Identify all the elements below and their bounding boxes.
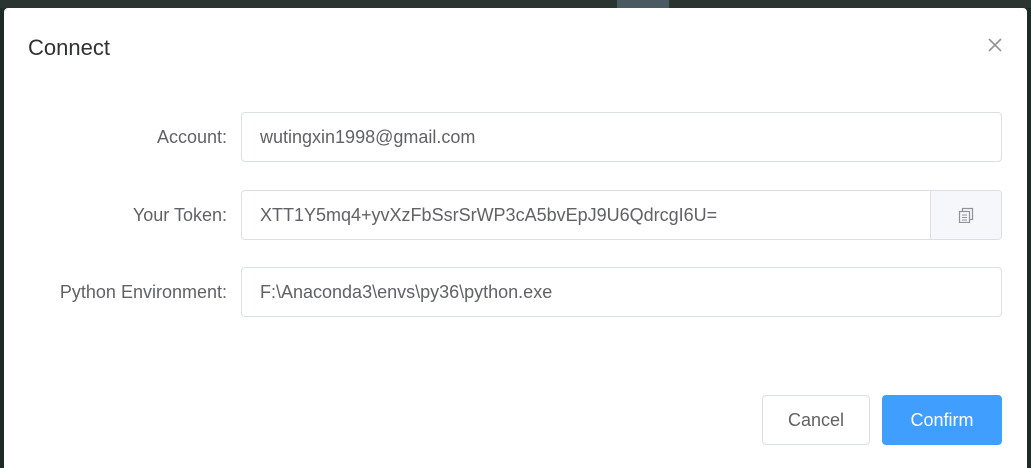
background-app-strip bbox=[0, 0, 1031, 8]
token-label: Your Token: bbox=[132, 205, 227, 225]
connect-dialog: Connect Account: wutingxin1998@gmail.com… bbox=[4, 8, 1027, 468]
python-env-input[interactable]: F:\Anaconda3\envs\py36\python.exe bbox=[242, 268, 1001, 316]
account-input[interactable]: wutingxin1998@gmail.com bbox=[242, 113, 1001, 161]
dialog-title: Connect bbox=[28, 35, 110, 60]
token-form-row: Your Token: XTT1Y5mq4+yvXzFbSsrSrWP3cA5b… bbox=[4, 190, 1027, 240]
token-input[interactable]: XTT1Y5mq4+yvXzFbSsrSrWP3cA5bvEpJ9U6Qdrcg… bbox=[242, 191, 930, 239]
copy-token-button[interactable] bbox=[930, 191, 1001, 239]
account-form-row: Account: wutingxin1998@gmail.com bbox=[4, 112, 1027, 162]
copy-icon bbox=[958, 207, 974, 223]
account-field[interactable]: wutingxin1998@gmail.com bbox=[241, 112, 1002, 162]
cancel-button[interactable]: Cancel bbox=[762, 395, 870, 445]
token-field[interactable]: XTT1Y5mq4+yvXzFbSsrSrWP3cA5bvEpJ9U6Qdrcg… bbox=[241, 190, 1002, 240]
confirm-button[interactable]: Confirm bbox=[882, 395, 1002, 445]
python-env-label: Python Environment: bbox=[59, 282, 227, 302]
python-env-field[interactable]: F:\Anaconda3\envs\py36\python.exe bbox=[241, 267, 1002, 317]
background-tab-block bbox=[617, 0, 669, 8]
close-button[interactable] bbox=[985, 35, 1005, 55]
account-label: Account: bbox=[156, 127, 227, 147]
python-env-form-row: Python Environment: F:\Anaconda3\envs\py… bbox=[4, 267, 1027, 317]
close-icon bbox=[988, 38, 1002, 52]
